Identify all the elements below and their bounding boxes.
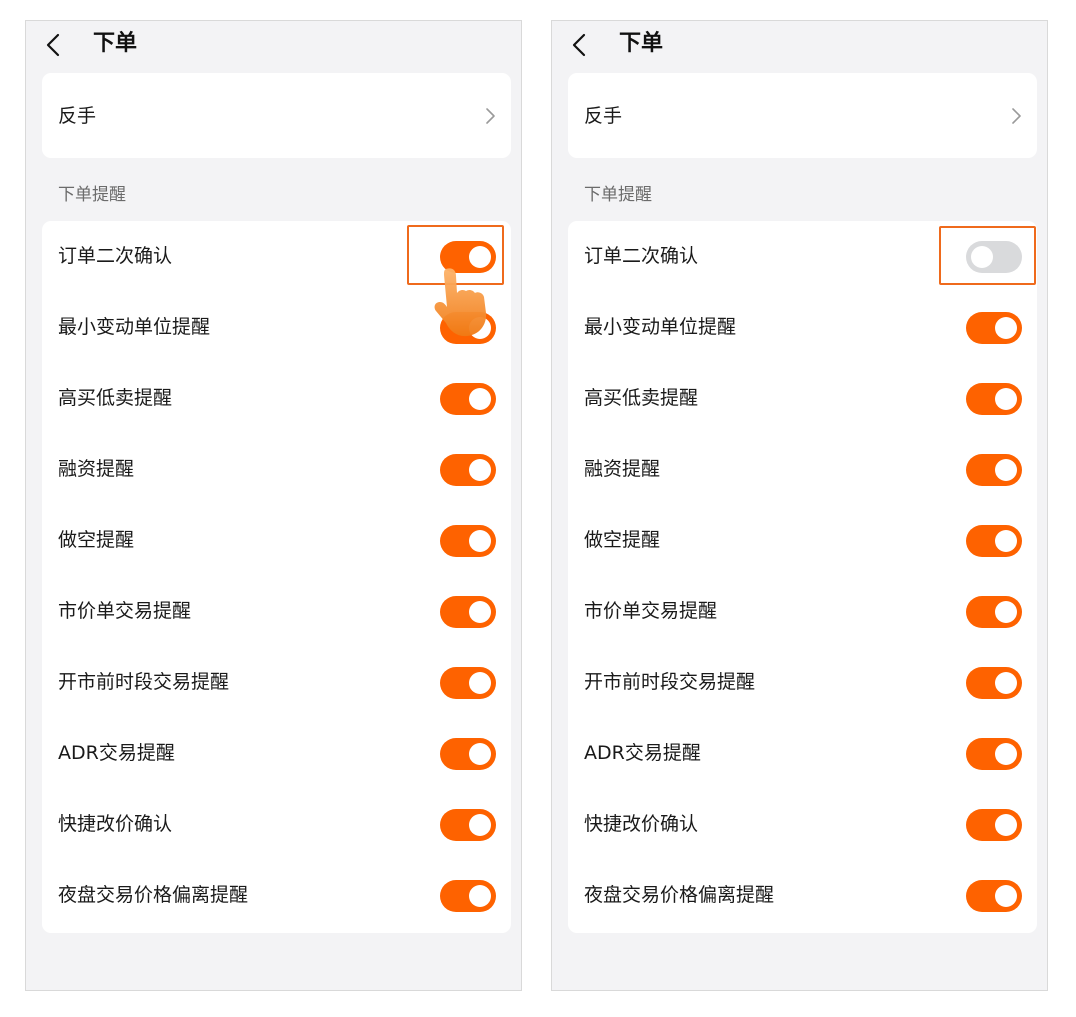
list-item: 快捷改价确认 (42, 795, 511, 855)
toggle-knob (995, 601, 1017, 623)
reminder-toggle[interactable] (966, 312, 1022, 344)
screen-before: 下单 反手 下单提醒 订单二次确认 最小变动单位提醒 高买低卖提醒 融资提醒 做… (25, 20, 522, 991)
reminder-label: 做空提醒 (584, 529, 661, 551)
screen-after: 下单 反手 下单提醒 订单二次确认 最小变动单位提醒 高买低卖提醒 融资提醒 做… (551, 20, 1048, 991)
reminder-toggle[interactable] (966, 880, 1022, 912)
reminder-label: 高买低卖提醒 (584, 387, 699, 409)
list-item: 订单二次确认 (568, 227, 1037, 287)
toggle-knob (971, 246, 993, 268)
reminder-label: 快捷改价确认 (58, 813, 173, 835)
toggle-knob (995, 814, 1017, 836)
reminder-toggle[interactable] (966, 667, 1022, 699)
toggle-knob (469, 459, 491, 481)
reminder-label: 订单二次确认 (584, 245, 699, 267)
reminder-toggle[interactable] (440, 596, 496, 628)
list-item: 市价单交易提醒 (568, 582, 1037, 642)
reminder-label: 最小变动单位提醒 (584, 316, 737, 338)
reminder-toggle[interactable] (440, 241, 496, 273)
reminder-toggle[interactable] (440, 525, 496, 557)
reminder-label: 做空提醒 (58, 529, 135, 551)
list-item: 开市前时段交易提醒 (568, 653, 1037, 713)
chevron-left-icon[interactable] (568, 33, 592, 57)
list-item: 快捷改价确认 (568, 795, 1037, 855)
reminder-toggle[interactable] (966, 596, 1022, 628)
reminder-label: 夜盘交易价格偏离提醒 (58, 884, 249, 906)
reminder-label: 快捷改价确认 (584, 813, 699, 835)
reminder-toggle[interactable] (966, 241, 1022, 273)
toggle-knob (469, 601, 491, 623)
toggle-knob (995, 459, 1017, 481)
reminder-toggle[interactable] (440, 312, 496, 344)
reminder-toggle[interactable] (966, 383, 1022, 415)
reverse-row[interactable]: 反手 (568, 73, 1037, 158)
reminder-label: 市价单交易提醒 (584, 600, 718, 622)
navbar: 下单 (26, 21, 521, 71)
chevron-right-icon (486, 108, 495, 124)
chevron-left-icon[interactable] (42, 33, 66, 57)
reminder-toggle[interactable] (440, 454, 496, 486)
reminder-toggle[interactable] (440, 667, 496, 699)
reminder-toggle[interactable] (440, 383, 496, 415)
list-item: ADR交易提醒 (568, 724, 1037, 784)
list-item: ADR交易提醒 (42, 724, 511, 784)
list-item: 订单二次确认 (42, 227, 511, 287)
toggle-knob (469, 672, 491, 694)
page-title: 下单 (619, 31, 664, 56)
reminder-toggle[interactable] (966, 454, 1022, 486)
list-item: 最小变动单位提醒 (42, 298, 511, 358)
section-title: 下单提醒 (58, 185, 126, 205)
toggle-knob (469, 530, 491, 552)
toggle-knob (469, 388, 491, 410)
reminder-label: 开市前时段交易提醒 (584, 671, 756, 693)
chevron-right-icon (1012, 108, 1021, 124)
reminder-label: 开市前时段交易提醒 (58, 671, 230, 693)
reminder-toggle[interactable] (440, 880, 496, 912)
list-item: 夜盘交易价格偏离提醒 (42, 866, 511, 926)
list-item: 开市前时段交易提醒 (42, 653, 511, 713)
reminder-label: 最小变动单位提醒 (58, 316, 211, 338)
reminder-label: 融资提醒 (58, 458, 135, 480)
reminder-label: 融资提醒 (584, 458, 661, 480)
reminder-toggle[interactable] (966, 525, 1022, 557)
reminder-list: 订单二次确认 最小变动单位提醒 高买低卖提醒 融资提醒 做空提醒 市价单交易提醒… (42, 221, 511, 933)
list-item: 高买低卖提醒 (42, 369, 511, 429)
toggle-knob (995, 530, 1017, 552)
list-item: 夜盘交易价格偏离提醒 (568, 866, 1037, 926)
reminder-label: 高买低卖提醒 (58, 387, 173, 409)
reverse-label: 反手 (584, 105, 623, 127)
section-title: 下单提醒 (584, 185, 652, 205)
reminder-toggle[interactable] (440, 738, 496, 770)
reminder-toggle[interactable] (440, 809, 496, 841)
toggle-knob (995, 672, 1017, 694)
reminder-label: ADR交易提醒 (584, 742, 701, 764)
toggle-knob (995, 885, 1017, 907)
reverse-row[interactable]: 反手 (42, 73, 511, 158)
list-item: 最小变动单位提醒 (568, 298, 1037, 358)
toggle-knob (469, 317, 491, 339)
toggle-knob (995, 317, 1017, 339)
toggle-knob (469, 743, 491, 765)
list-item: 市价单交易提醒 (42, 582, 511, 642)
reminder-list: 订单二次确认 最小变动单位提醒 高买低卖提醒 融资提醒 做空提醒 市价单交易提醒… (568, 221, 1037, 933)
toggle-knob (469, 885, 491, 907)
reminder-label: 市价单交易提醒 (58, 600, 192, 622)
toggle-knob (995, 743, 1017, 765)
reminder-label: 订单二次确认 (58, 245, 173, 267)
reminder-label: 夜盘交易价格偏离提醒 (584, 884, 775, 906)
list-item: 高买低卖提醒 (568, 369, 1037, 429)
toggle-knob (469, 246, 491, 268)
list-item: 做空提醒 (568, 511, 1037, 571)
page-title: 下单 (93, 31, 138, 56)
list-item: 做空提醒 (42, 511, 511, 571)
reminder-toggle[interactable] (966, 809, 1022, 841)
reminder-label: ADR交易提醒 (58, 742, 175, 764)
list-item: 融资提醒 (42, 440, 511, 500)
reminder-toggle[interactable] (966, 738, 1022, 770)
toggle-knob (469, 814, 491, 836)
navbar: 下单 (552, 21, 1047, 71)
toggle-knob (995, 388, 1017, 410)
list-item: 融资提醒 (568, 440, 1037, 500)
reverse-label: 反手 (58, 105, 97, 127)
